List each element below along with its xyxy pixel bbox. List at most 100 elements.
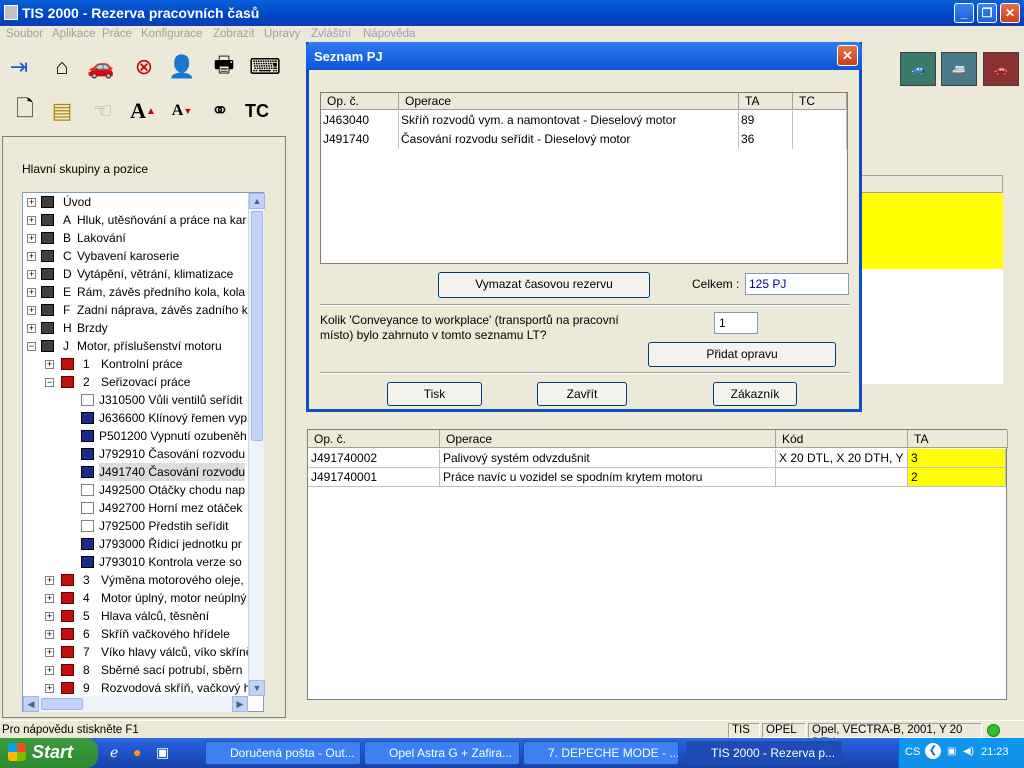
- tree-item[interactable]: +8 Sběrné sací potrubí, sběrn: [23, 661, 263, 679]
- close-button[interactable]: ✕: [1000, 3, 1020, 23]
- menu-upravy[interactable]: Úpravy: [264, 28, 300, 40]
- tree-item[interactable]: + E Rám, závěs předního kola, kola: [23, 283, 263, 301]
- clear-reserve-button[interactable]: Vymazat časovou rezervu: [438, 272, 650, 298]
- col-ta-header[interactable]: TA: [908, 430, 1008, 448]
- expand-icon[interactable]: +: [45, 648, 54, 657]
- expand-icon[interactable]: +: [27, 270, 36, 279]
- task-tis2000[interactable]: TIS 2000 - Rezerva p...: [686, 741, 842, 765]
- tree-item[interactable]: + A Hluk, utěsňování a práce na kar: [23, 211, 263, 229]
- stop-icon[interactable]: ⊗: [129, 52, 159, 82]
- expand-icon[interactable]: +: [27, 252, 36, 261]
- tree-item[interactable]: J793000 Řídicí jednotku pr: [23, 535, 263, 553]
- keyboard-icon[interactable]: ⌨: [249, 52, 281, 82]
- hand-icon[interactable]: ☜: [88, 96, 118, 126]
- expand-icon[interactable]: +: [27, 288, 36, 297]
- scroll-right-icon[interactable]: ▶: [232, 696, 248, 712]
- network-icon[interactable]: ▣: [947, 746, 956, 757]
- dlg-col-ta-header[interactable]: TA: [739, 93, 793, 110]
- expand-icon[interactable]: +: [27, 216, 36, 225]
- scroll-thumb[interactable]: [251, 211, 263, 441]
- tree-item[interactable]: +1 Kontrolní práce: [23, 355, 263, 373]
- col-op-header[interactable]: Op. č.: [308, 430, 440, 448]
- operations-list[interactable]: Op. č. Operace Kód TA J491740002 Palivov…: [307, 429, 1008, 700]
- tree-item[interactable]: + H Brzdy: [23, 319, 263, 337]
- tree-item[interactable]: J491740 Časování rozvodu: [23, 463, 263, 481]
- scroll-down-icon[interactable]: ▼: [249, 680, 265, 696]
- expand-icon[interactable]: +: [45, 360, 54, 369]
- maximize-button[interactable]: ❐: [977, 3, 997, 23]
- font-increase-icon[interactable]: A ▲: [128, 96, 158, 126]
- new-page-icon[interactable]: 🗋: [10, 96, 40, 126]
- expand-icon[interactable]: +: [27, 324, 36, 333]
- expand-icon[interactable]: +: [45, 612, 54, 621]
- tree-item[interactable]: J492700 Horní mez otáček: [23, 499, 263, 517]
- menu-zvlastni[interactable]: Zvláštní: [311, 28, 351, 40]
- menu-zobrazit[interactable]: Zobrazit: [213, 28, 255, 40]
- scroll-left-icon[interactable]: ◀: [23, 696, 39, 712]
- tree-item[interactable]: + C Vybavení karoserie: [23, 247, 263, 265]
- font-decrease-icon[interactable]: A ▼: [167, 96, 197, 126]
- print-button[interactable]: Tisk: [387, 382, 482, 406]
- tree-item[interactable]: + F Zadní náprava, závěs zadního k: [23, 301, 263, 319]
- vehicle-red-icon[interactable]: 🚗: [983, 52, 1019, 86]
- tree-item[interactable]: J310500 Vůli ventilů seřídit: [23, 391, 263, 409]
- expand-icon[interactable]: +: [45, 630, 54, 639]
- task-depeche-mode[interactable]: 7. DEPECHE MODE - ...: [523, 741, 679, 765]
- tree-item[interactable]: J793010 Kontrola verze so: [23, 553, 263, 571]
- volume-icon[interactable]: ◀): [963, 746, 974, 757]
- expand-icon[interactable]: +: [27, 306, 36, 315]
- expand-icon[interactable]: +: [45, 666, 54, 675]
- tree-item[interactable]: J792910 Časování rozvodu: [23, 445, 263, 463]
- print-icon[interactable]: 🖶: [209, 52, 239, 82]
- expand-icon[interactable]: +: [45, 594, 54, 603]
- task-outlook[interactable]: Doručená pošta - Out...: [205, 741, 361, 765]
- quicklaunch-firefox-icon[interactable]: ●: [133, 744, 141, 760]
- col-kod-header[interactable]: Kód: [776, 430, 908, 448]
- minimize-button[interactable]: _: [954, 3, 974, 23]
- menu-konfigurace[interactable]: Konfigurace: [141, 28, 202, 40]
- quicklaunch-desktop-icon[interactable]: ▣: [156, 744, 169, 761]
- tree-item[interactable]: +6 Skříň vačkového hřídele: [23, 625, 263, 643]
- task-opel-astra[interactable]: Opel Astra G + Zafira...: [364, 741, 520, 765]
- home-icon[interactable]: ⌂: [47, 52, 77, 82]
- tree-vertical-scrollbar[interactable]: ▲ ▼: [248, 193, 265, 696]
- dlg-col-tc-header[interactable]: TC: [793, 93, 847, 110]
- hscroll-thumb[interactable]: [41, 698, 83, 710]
- collapse-icon[interactable]: −: [45, 378, 54, 387]
- expand-icon[interactable]: +: [27, 234, 36, 243]
- tree-item[interactable]: − J Motor, příslušenství motoru: [23, 337, 263, 355]
- collapse-icon[interactable]: −: [27, 342, 36, 351]
- expand-icon[interactable]: +: [27, 198, 36, 207]
- dialog-operations-list[interactable]: Op. č. Operace TA TC J463040 Skříň rozvo…: [320, 92, 848, 264]
- exit-icon[interactable]: ⇥: [4, 52, 34, 82]
- menu-aplikace[interactable]: Aplikace: [52, 28, 95, 40]
- dlg-col-operace-header[interactable]: Operace: [399, 93, 739, 110]
- tree-item[interactable]: − 2 Seřizovací práce: [23, 373, 263, 391]
- tc-button[interactable]: TC: [242, 96, 272, 126]
- dialog-close-icon[interactable]: ✕: [837, 45, 858, 66]
- car-icon[interactable]: 🚗: [86, 52, 116, 82]
- tree-item[interactable]: + B Lakování: [23, 229, 263, 247]
- vehicle-service-icon[interactable]: 🚐: [941, 52, 977, 86]
- tree-item[interactable]: +7 Víko hlavy válců, víko skříně: [23, 643, 263, 661]
- dlg-col-op-header[interactable]: Op. č.: [321, 93, 399, 110]
- start-button[interactable]: Start: [0, 738, 98, 768]
- menu-soubor[interactable]: Soubor: [6, 28, 43, 40]
- tree-item[interactable]: J636600 Klínový řemen vyp: [23, 409, 263, 427]
- add-repair-button[interactable]: Přidat opravu: [648, 342, 836, 367]
- tree-item[interactable]: + D Vytápění, větrání, klimatizace: [23, 265, 263, 283]
- tree-item[interactable]: J792500 Předstih seřídit: [23, 517, 263, 535]
- tray-expand-icon[interactable]: ❮: [925, 743, 941, 759]
- conveyance-count-input[interactable]: 1: [714, 312, 758, 334]
- tree-item[interactable]: +3 Výměna motorového oleje,: [23, 571, 263, 589]
- expand-icon[interactable]: +: [45, 684, 54, 693]
- tree-item[interactable]: P501200 Vypnutí ozubeněh: [23, 427, 263, 445]
- expand-icon[interactable]: +: [45, 576, 54, 585]
- menu-napoveda[interactable]: Nápověda: [363, 28, 415, 40]
- tree-view[interactable]: + Úvod + A Hluk, utěsňování a práce na kar + B…: [22, 192, 264, 712]
- person-icon[interactable]: 👤: [167, 52, 197, 82]
- tree-item[interactable]: + Úvod: [23, 193, 263, 211]
- dialog-close-button[interactable]: Zavřít: [537, 382, 627, 406]
- customer-button[interactable]: Zákazník: [713, 382, 797, 406]
- tree-item[interactable]: +9 Rozvodová skříň, vačkový hř: [23, 679, 263, 697]
